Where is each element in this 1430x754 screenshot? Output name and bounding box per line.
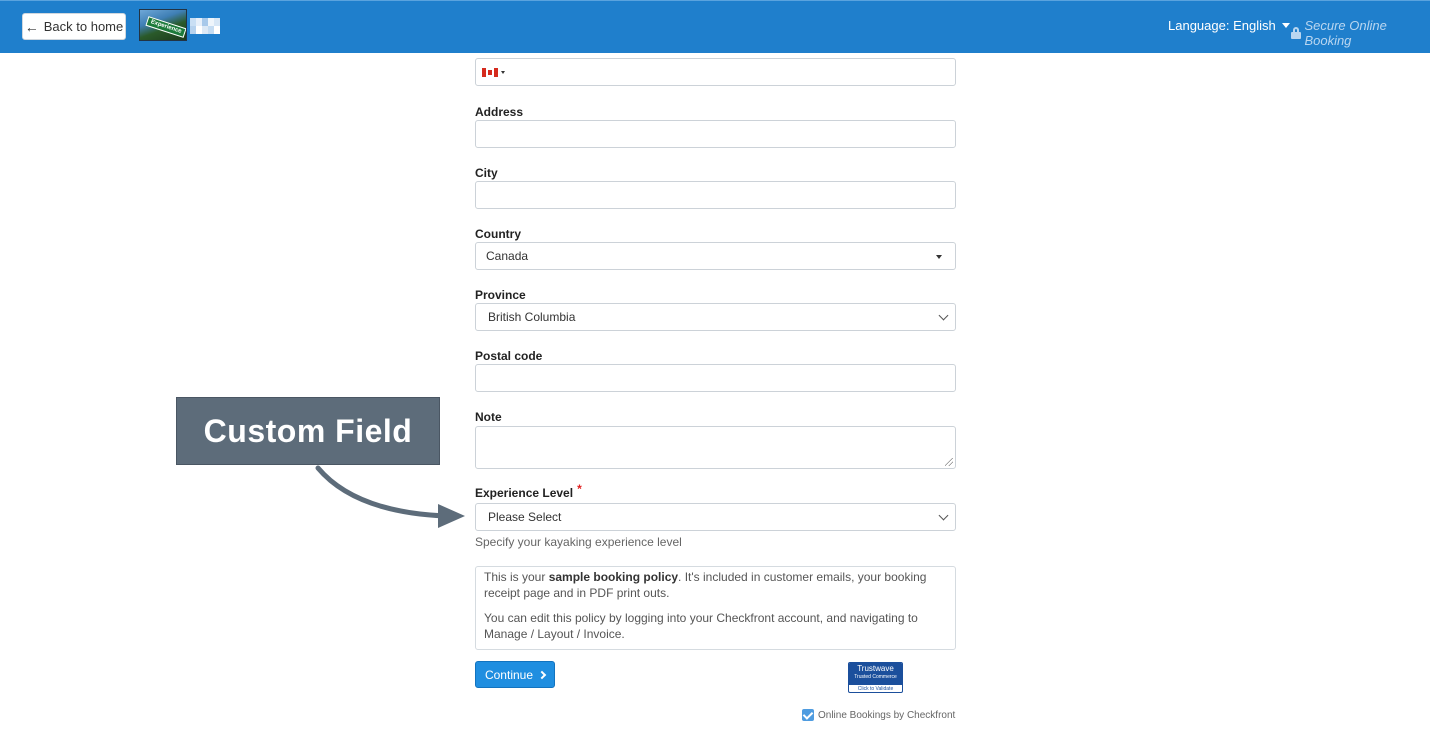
trustwave-subtitle: Trusted Commerce [854, 674, 897, 680]
country-code-dropdown[interactable] [482, 68, 505, 77]
experience-level-value: Please Select [488, 510, 562, 524]
trustwave-validate: Click to Validate [857, 686, 894, 692]
policy-paragraph-2: You can edit this policy by logging into… [484, 611, 918, 641]
resize-handle-icon[interactable] [945, 458, 953, 466]
chevron-right-icon [537, 670, 547, 679]
province-value: British Columbia [488, 310, 576, 324]
note-label: Note [475, 410, 502, 424]
continue-label: Continue [484, 667, 534, 682]
lock-icon [1291, 27, 1301, 39]
postal-code-input[interactable] [475, 364, 956, 392]
required-asterisk: * [577, 482, 582, 496]
arrow-left-icon: ← [24, 18, 39, 35]
trustwave-seal-top: Trustwave Trusted Commerce [849, 663, 902, 685]
canada-flag-icon [482, 68, 498, 77]
caret-down-icon [501, 71, 505, 74]
secure-booking-label: Secure Online Booking [1304, 18, 1387, 48]
back-to-home-button-top[interactable]: ← Back to home [22, 13, 126, 40]
experience-level-select[interactable]: Please Select [475, 503, 956, 531]
city-label: City [475, 166, 498, 180]
back-to-home-label: Back to home [43, 19, 124, 34]
province-select[interactable]: British Columbia [475, 303, 956, 331]
country-label: Country [475, 227, 521, 241]
navbar-content-layer: ← Back to home Experience Language: Engl… [0, 0, 1430, 53]
address-input[interactable] [475, 120, 956, 148]
continue-button[interactable]: Continue [475, 661, 555, 688]
policy-paragraph-1: This is your sample booking policy. It's… [484, 569, 947, 601]
policy-p1-bold: sample booking policy [548, 570, 679, 584]
pixelated-company-name-top [190, 18, 220, 34]
experience-level-label-text: Experience Level [475, 486, 574, 500]
note-textarea[interactable] [475, 426, 956, 469]
logo-sign: Experience [145, 16, 186, 38]
custom-field-callout: Custom Field [176, 397, 440, 465]
trustwave-seal[interactable]: Trustwave Trusted Commerce Click to Vali… [848, 662, 903, 693]
postal-code-label: Postal code [475, 349, 543, 363]
policy-p1-prefix: This is your [484, 570, 549, 584]
phone-input[interactable] [475, 58, 956, 86]
powered-by-label: Online Bookings by Checkfront [818, 709, 956, 721]
company-logo-top[interactable]: Experience [139, 9, 187, 41]
province-label: Province [475, 288, 526, 302]
callout-arrow-icon [315, 465, 465, 528]
city-input[interactable] [475, 181, 956, 209]
booking-policy-box: This is your sample booking policy. It's… [475, 566, 956, 650]
address-label: Address [475, 105, 524, 119]
country-select[interactable]: Canada [475, 242, 956, 270]
experience-level-help: Specify your kayaking experience level [475, 535, 682, 549]
language-label: Language: English [1168, 18, 1276, 33]
chevron-down-icon [938, 510, 949, 521]
caret-down-icon [936, 255, 942, 259]
powered-by-checkfront[interactable]: Online Bookings by Checkfront [802, 709, 955, 721]
language-selector-top[interactable]: Language: English [1168, 18, 1290, 33]
experience-level-label: Experience Level * [475, 482, 582, 500]
country-value: Canada [486, 249, 529, 263]
checkmark-icon [802, 709, 814, 721]
caret-down-icon [1281, 23, 1290, 28]
chevron-down-icon [938, 310, 949, 321]
trustwave-title: Trustwave [857, 664, 894, 673]
secure-booking-indicator-top: Secure Online Booking [1291, 18, 1430, 48]
